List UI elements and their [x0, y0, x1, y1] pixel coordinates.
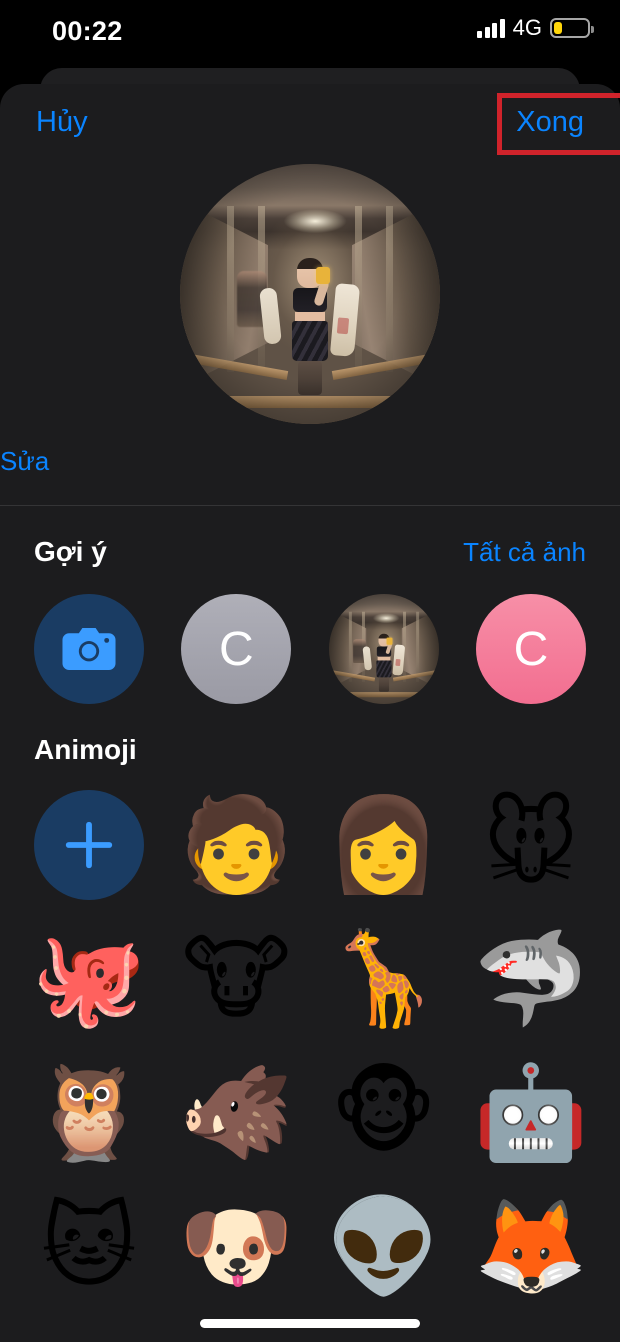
- animoji-boar[interactable]: 🐗: [179, 1058, 294, 1168]
- animoji-section: Animoji 🧑 👩 🐭 🐙 🐮 🦒 🦈 🦉 🐗 🐵 🤖 🐱 🐶 👽 🦊: [0, 704, 620, 1302]
- animoji-mouse[interactable]: 🐭: [476, 790, 586, 900]
- photo-picker-sheet: Hủy Xong Sửa Gợi ý Tất cả ảnh C C Animoj…: [0, 84, 620, 1342]
- animoji-row: 🐙 🐮 🦒 🦈: [32, 924, 589, 1034]
- all-photos-button[interactable]: Tất cả ảnh: [463, 537, 586, 568]
- animoji-monkey[interactable]: 🐵: [329, 1058, 439, 1168]
- animoji-grid: 🧑 👩 🐭 🐙 🐮 🦒 🦈 🦉 🐗 🐵 🤖 🐱 🐶 👽 🦊: [32, 790, 589, 1302]
- memoji-bald[interactable]: 🧑: [179, 790, 294, 900]
- section-divider: [0, 505, 620, 506]
- animoji-owl[interactable]: 🦉: [32, 1058, 147, 1168]
- edit-photo-button[interactable]: Sửa: [0, 446, 49, 477]
- monogram-gray[interactable]: C: [181, 594, 292, 704]
- animoji-title: Animoji: [34, 734, 137, 765]
- home-indicator[interactable]: [200, 1319, 420, 1328]
- animoji-robot[interactable]: 🤖: [474, 1058, 589, 1168]
- avatar[interactable]: [180, 164, 440, 424]
- photo-thumbnail-image: [328, 594, 439, 704]
- photo-vignette: [180, 164, 440, 424]
- carrier-label: 4G: [512, 15, 542, 40]
- animoji-fox[interactable]: 🦊: [474, 1192, 589, 1302]
- suggestions-title: Gợi ý: [34, 536, 107, 567]
- animoji-alien[interactable]: 👽: [326, 1192, 441, 1302]
- status-indicators: 4G: [477, 15, 594, 40]
- memoji-glasses-girl[interactable]: 👩: [326, 790, 441, 900]
- ios-profile-photo-picker-screen: 00:22 4G Hủy Xong Sửa Gợi ý Tất cả ảnh C…: [0, 0, 620, 1342]
- sheet-nav-bar: Hủy Xong: [0, 84, 620, 160]
- monogram-pink[interactable]: C: [475, 594, 586, 704]
- camera-icon: [62, 628, 116, 670]
- animoji-row: 🐱 🐶 👽 🦊: [34, 1192, 589, 1302]
- photo-thumbnail[interactable]: [328, 594, 439, 704]
- animoji-cow[interactable]: 🐮: [181, 924, 291, 1034]
- animoji-giraffe[interactable]: 🦒: [326, 924, 441, 1034]
- status-bar: 00:22 4G: [0, 0, 620, 62]
- avatar-section: Sửa: [0, 160, 620, 506]
- animoji-dog[interactable]: 🐶: [179, 1192, 294, 1302]
- animoji-row: 🧑 👩 🐭: [34, 790, 586, 900]
- photo-vignette: [328, 594, 439, 704]
- animoji-cat[interactable]: 🐱: [34, 1192, 144, 1302]
- animoji-octopus[interactable]: 🐙: [32, 924, 147, 1034]
- cellular-signal-icon: [477, 18, 505, 38]
- status-time: 00:22: [52, 16, 123, 46]
- camera-option[interactable]: [34, 594, 144, 704]
- monogram-initial: C: [513, 622, 549, 676]
- suggestions-header: Gợi ý Tất cả ảnh: [34, 506, 586, 568]
- cancel-button[interactable]: Hủy: [30, 102, 94, 143]
- animoji-header: Animoji: [34, 704, 586, 766]
- animoji-row: 🦉 🐗 🐵 🤖: [32, 1058, 589, 1168]
- suggestions-row: C C: [34, 594, 586, 704]
- done-button[interactable]: Xong: [510, 102, 590, 143]
- suggestions-section: Gợi ý Tất cả ảnh C C: [0, 506, 620, 704]
- add-memoji-button[interactable]: [34, 790, 144, 900]
- battery-low-icon: [550, 18, 594, 38]
- animoji-shark[interactable]: 🦈: [474, 924, 589, 1034]
- plus-icon: [65, 821, 113, 869]
- monogram-initial: C: [218, 622, 254, 676]
